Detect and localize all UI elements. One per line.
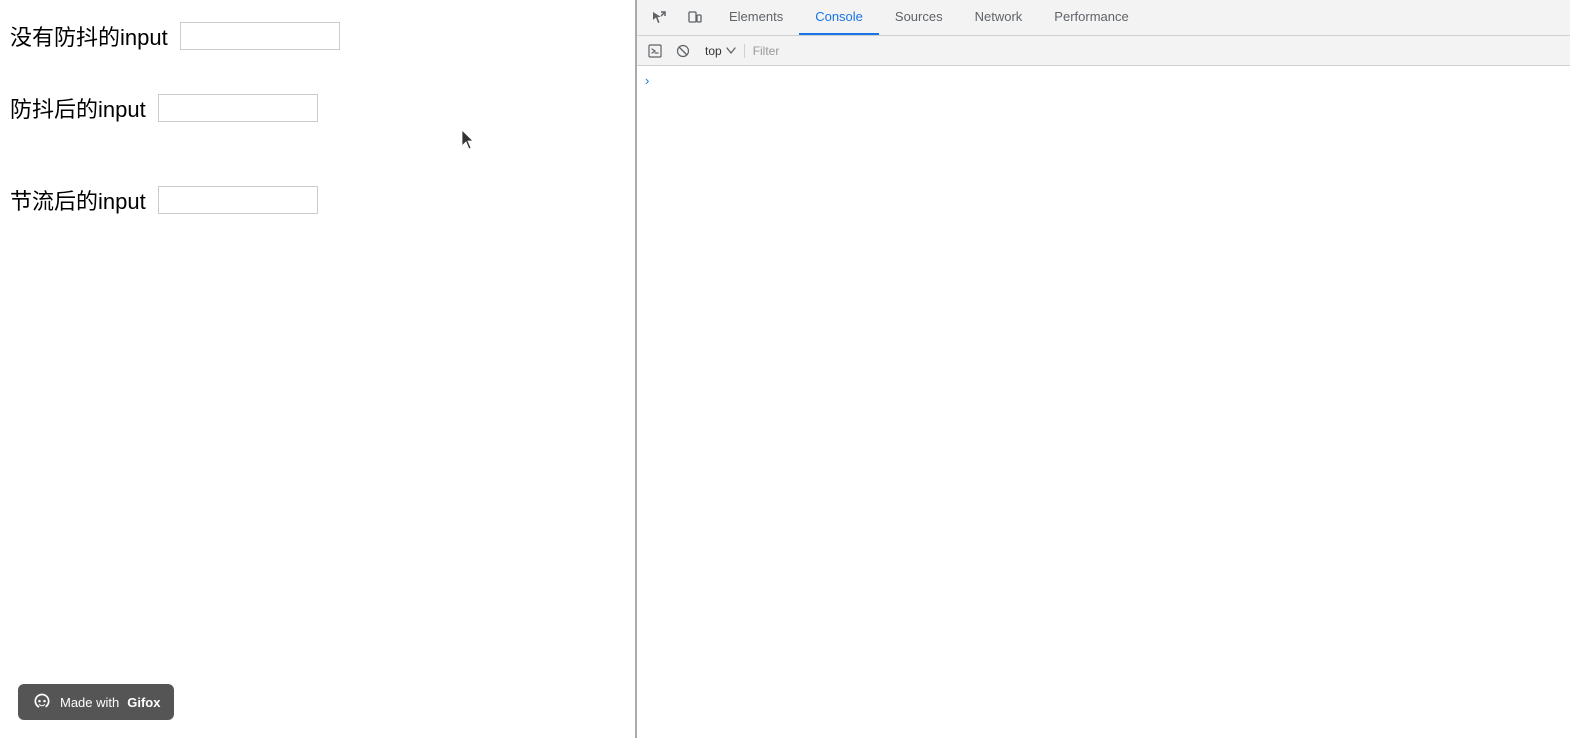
devtools-toolbar: Elements Console Sources Network Perform… xyxy=(637,0,1570,36)
gifox-made-with: Made with xyxy=(60,695,119,710)
dropdown-arrow-icon xyxy=(726,47,736,55)
webpage-panel: 没有防抖的input 防抖后的input 节流后的input Made with… xyxy=(0,0,635,738)
gifox-logo-icon xyxy=(32,692,52,712)
tab-sources[interactable]: Sources xyxy=(879,0,959,35)
throttle-input[interactable] xyxy=(158,186,318,214)
context-value: top xyxy=(705,44,722,58)
context-selector[interactable]: top xyxy=(697,42,744,60)
no-debounce-input[interactable] xyxy=(180,22,340,50)
tab-network[interactable]: Network xyxy=(959,0,1039,35)
devtools-tabs: Elements Console Sources Network Perform… xyxy=(713,0,1566,35)
throttle-label: 节流后的input xyxy=(10,184,146,216)
mouse-cursor-icon xyxy=(462,130,480,152)
debounce-input[interactable] xyxy=(158,94,318,122)
no-debounce-row: 没有防抖的input xyxy=(10,20,635,52)
device-toolbar-button[interactable] xyxy=(677,0,713,36)
console-output: › xyxy=(637,66,1570,738)
no-debounce-label: 没有防抖的input xyxy=(10,20,168,52)
execute-icon xyxy=(648,44,662,58)
throttle-row: 节流后的input xyxy=(10,184,635,216)
gifox-badge: Made with Gifox xyxy=(18,684,174,720)
tab-console[interactable]: Console xyxy=(799,0,879,35)
devtools-secondary-toolbar: top Filter xyxy=(637,36,1570,66)
device-icon xyxy=(687,10,703,26)
inspect-icon xyxy=(651,10,667,26)
clear-console-button[interactable] xyxy=(669,37,697,65)
debounce-row: 防抖后的input xyxy=(10,92,635,124)
clear-icon xyxy=(676,44,690,58)
console-prompt-chevron[interactable]: › xyxy=(645,73,649,88)
tab-elements[interactable]: Elements xyxy=(713,0,799,35)
inspect-element-button[interactable] xyxy=(641,0,677,36)
filter-area: Filter xyxy=(744,44,1566,58)
devtools-panel: Elements Console Sources Network Perform… xyxy=(637,0,1570,738)
console-prompt-row: › xyxy=(637,70,1570,90)
execute-script-button[interactable] xyxy=(641,37,669,65)
tab-performance[interactable]: Performance xyxy=(1038,0,1144,35)
filter-placeholder: Filter xyxy=(753,44,780,58)
debounce-label: 防抖后的input xyxy=(10,92,146,124)
gifox-brand: Gifox xyxy=(127,695,160,710)
